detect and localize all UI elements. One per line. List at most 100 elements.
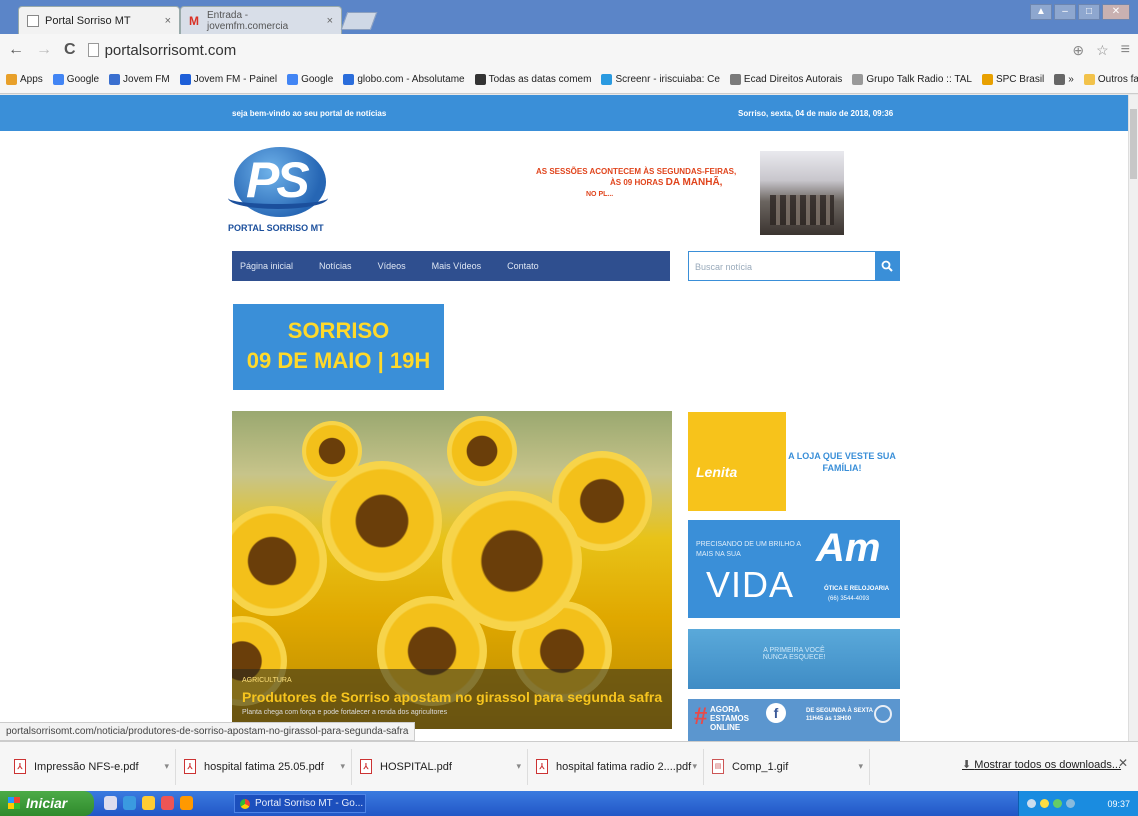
menu-item[interactable]: Notícias [319, 261, 352, 271]
dropdown-arrow-icon[interactable]: ▾ [164, 761, 169, 772]
taskbar-chrome-window[interactable]: Portal Sorriso MT - Go... [234, 794, 366, 813]
gif-file-icon: ▤ [712, 759, 724, 774]
firefox-icon[interactable] [180, 796, 193, 810]
event-banner-ad[interactable]: SORRISO 09 DE MAIO | 19H [233, 304, 444, 390]
sunflower-image [447, 416, 517, 486]
folder-icon[interactable] [142, 796, 155, 810]
minimize-button[interactable]: – [1054, 4, 1076, 20]
promo-ad[interactable]: A PRIMEIRA VOCÊ NUNCA ESQUECE! [688, 629, 900, 689]
reload-icon[interactable]: C [64, 41, 76, 59]
jovemfm-icon [109, 74, 121, 85]
dropdown-arrow-icon[interactable]: ▾ [340, 761, 345, 772]
zoom-icon[interactable]: ⊕ [1072, 42, 1084, 59]
sunflower-image [442, 491, 582, 631]
tab-gmail-inbox[interactable]: M Entrada - jovemfm.comercia × [180, 6, 342, 34]
am-vida: VIDA [706, 564, 795, 605]
header-banner-ad[interactable]: AS SESSÕES ACONTECEM ÀS SEGUNDAS-FEIRAS,… [506, 151, 844, 235]
bookmark-label: Ecad Direitos Autorais [743, 74, 843, 85]
event-city: SORRISO [287, 318, 390, 343]
site-logo[interactable]: PS PORTAL SORRISO MT [228, 147, 334, 239]
am-otica-ad[interactable]: PRECISANDO DE UM BRILHO A MAIS NA SUA VI… [688, 520, 900, 618]
bookmark-item[interactable]: » [1054, 74, 1074, 85]
online-radio-ad[interactable]: # AGORA ESTAMOS ONLINE f DE SEGUNDA À SEXT… [688, 699, 900, 741]
menu-item[interactable]: Mais Vídeos [432, 261, 482, 271]
menu-icon[interactable]: ≡ [1121, 41, 1130, 59]
status-link-url: portalsorrisomt.com/noticia/produtores-d… [0, 722, 416, 741]
headline-title[interactable]: Produtores de Sorriso apostam no girasso… [242, 689, 662, 705]
promo-line1: A PRIMEIRA VOCÊ [763, 647, 825, 654]
download-item[interactable]: ▤ Comp_1.gif ▾ [704, 748, 870, 785]
search-box: Buscar notícia [688, 251, 900, 281]
bookmark-item[interactable]: Jovem FM - Painel [179, 74, 277, 85]
bookmark-item[interactable]: Ecad Direitos Autorais [729, 74, 843, 85]
dropdown-arrow-icon[interactable]: ▾ [516, 761, 521, 772]
current-date: Sorriso, sexta, 04 de maio de 2018, 09:3… [738, 109, 894, 118]
download-item[interactable]: ⅄ hospital fatima 25.05.pdf ▾ [176, 748, 352, 785]
close-window-button[interactable]: ✕ [1102, 4, 1130, 20]
gmail-icon: M [189, 13, 199, 28]
scrollbar-thumb[interactable] [1130, 109, 1137, 179]
bookmark-star-icon[interactable]: ☆ [1096, 42, 1109, 59]
logo-name: PORTAL SORRISO MT [228, 223, 324, 233]
am-shop: ÓTICA E RELOJOARIA [824, 586, 890, 592]
pdf-file-icon: ⅄ [360, 759, 372, 774]
tray-icon[interactable] [1066, 799, 1075, 808]
lenita-slogan: A LOJA QUE VESTE SUA FAMÍLIA! [788, 451, 896, 473]
tab-close-button[interactable]: × [165, 15, 171, 27]
menu-item[interactable]: Vídeos [378, 261, 406, 271]
start-button[interactable]: Iniciar [0, 791, 94, 816]
ie-icon[interactable] [123, 796, 136, 810]
desktop-icon[interactable] [104, 796, 117, 810]
bookmark-item[interactable]: Grupo Talk Radio :: TAL [852, 74, 972, 85]
tab-portal-sorriso[interactable]: Portal Sorriso MT × [18, 6, 180, 34]
bookmark-item[interactable]: Apps [6, 74, 43, 85]
tray-icon[interactable] [1053, 799, 1062, 808]
google-icon [52, 74, 64, 85]
show-all-downloads-link[interactable]: Mostrar todos os downloads... [962, 758, 1121, 771]
bookmark-item[interactable]: SPC Brasil [981, 74, 1044, 85]
tab-title: Entrada - jovemfm.comercia [207, 9, 289, 32]
google-icon [287, 74, 299, 85]
forward-arrow-icon[interactable]: → [36, 41, 52, 59]
headline-subtitle: Planta chega com força e pode fortalecer… [242, 709, 448, 716]
bookmark-item[interactable]: globo.com - Absolutame [343, 74, 465, 85]
bookmark-item[interactable]: Google [52, 74, 99, 85]
download-item[interactable]: ⅄ hospital fatima radio 2....pdf ▾ [528, 748, 704, 785]
download-item[interactable]: ⅄ HOSPITAL.pdf ▾ [352, 748, 528, 785]
bookmark-item[interactable]: Outros favoritos [1083, 74, 1138, 85]
new-tab-button[interactable] [340, 12, 378, 30]
headline-featured[interactable]: AGRICULTURA Produtores de Sorriso aposta… [232, 411, 672, 729]
tab-close-button[interactable]: × [327, 15, 333, 27]
dropdown-arrow-icon[interactable]: ▾ [692, 761, 697, 772]
lenita-ad[interactable]: Lenita A LOJA QUE VESTE SUA FAMÍLIA! [688, 412, 900, 511]
menu-item[interactable]: Página inicial [240, 261, 293, 271]
browser-toolbar: ← → C portalsorrisomt.com ⊕ ☆ ≡ [0, 34, 1138, 66]
more-icon [1054, 74, 1066, 85]
page-icon [87, 43, 99, 57]
user-icon[interactable]: ▲ [1030, 4, 1052, 20]
bookmark-label: Screenr - iriscuiaba: Ce [615, 74, 720, 85]
menu-item[interactable]: Contato [507, 261, 539, 271]
bookmark-item[interactable]: Jovem FM [109, 74, 170, 85]
search-icon[interactable] [875, 252, 899, 280]
maximize-button[interactable]: □ [1078, 4, 1100, 20]
bookmark-item[interactable]: Google [287, 74, 333, 85]
folder-icon [1083, 74, 1095, 85]
address-url: portalsorrisomt.com [104, 41, 237, 59]
bookmark-label: » [1068, 74, 1074, 85]
close-downloads-icon[interactable]: ✕ [1118, 756, 1128, 770]
page-scrollbar[interactable] [1128, 95, 1138, 741]
tray-icon[interactable] [1040, 799, 1049, 808]
download-item[interactable]: ⅄ Impressão NFS-e.pdf ▾ [6, 748, 176, 785]
dropdown-arrow-icon[interactable]: ▾ [858, 761, 863, 772]
address-bar[interactable]: portalsorrisomt.com [87, 38, 1061, 62]
back-arrow-icon[interactable]: ← [8, 41, 24, 59]
bookmark-item[interactable]: Todas as datas comem [474, 74, 591, 85]
headline-category[interactable]: AGRICULTURA [242, 677, 292, 684]
bookmark-item[interactable]: Screenr - iriscuiaba: Ce [601, 74, 720, 85]
pdf-file-icon: ⅄ [536, 759, 548, 774]
search-input[interactable]: Buscar notícia [689, 252, 875, 280]
media-icon[interactable] [161, 796, 174, 810]
tray-icon[interactable] [1027, 799, 1036, 808]
quick-launch [104, 796, 193, 810]
